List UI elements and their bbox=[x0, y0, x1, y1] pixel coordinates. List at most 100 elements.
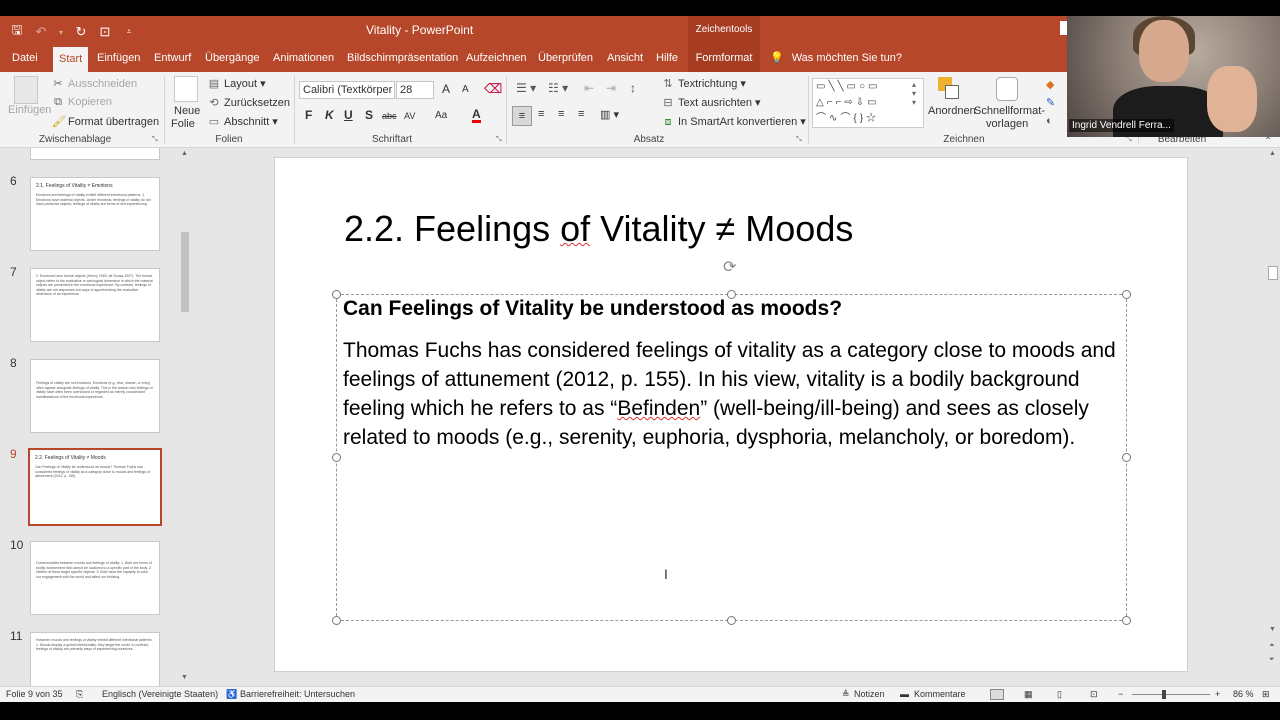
tab-bildschirmpraesentation[interactable]: Bildschirmpräsentation bbox=[341, 44, 464, 72]
scroll-thumb[interactable] bbox=[1268, 266, 1278, 280]
strikethrough-button[interactable]: abc bbox=[382, 111, 397, 121]
reading-view-icon[interactable]: ▯ bbox=[1057, 689, 1062, 700]
gallery-more-icon[interactable]: ▴ ▾ ▾ bbox=[912, 80, 916, 107]
resize-handle[interactable] bbox=[727, 616, 736, 625]
paste-icon[interactable] bbox=[14, 76, 38, 104]
shape-outline-icon[interactable]: ✎ bbox=[1046, 96, 1055, 109]
text-direction-button[interactable]: ⇅ Textrichtung ▾ bbox=[662, 77, 746, 90]
clipboard-launcher-icon[interactable]: ⤡ bbox=[152, 136, 158, 144]
layout-button[interactable]: ▤ Layout ▾ bbox=[208, 77, 266, 90]
accessibility-icon[interactable]: ♿ bbox=[226, 689, 237, 700]
zoom-slider-knob[interactable] bbox=[1162, 690, 1166, 699]
align-text-button[interactable]: ⊟ Text ausrichten ▾ bbox=[662, 96, 760, 109]
quick-styles-icon[interactable] bbox=[996, 77, 1018, 101]
change-case-button[interactable]: Aa bbox=[435, 110, 447, 121]
tab-hilfe[interactable]: Hilfe bbox=[650, 44, 684, 72]
notes-button[interactable]: Notizen bbox=[854, 689, 885, 699]
resize-handle[interactable] bbox=[332, 453, 341, 462]
align-left-icon[interactable]: ≡ bbox=[512, 106, 532, 126]
shape-fill-icon[interactable]: ◆ bbox=[1046, 78, 1054, 91]
scroll-down-icon[interactable]: ▼ bbox=[1269, 626, 1276, 633]
underline-button[interactable]: U bbox=[344, 108, 353, 122]
notes-icon[interactable]: ≜ bbox=[842, 689, 850, 700]
resize-handle[interactable] bbox=[1122, 616, 1131, 625]
slide-title[interactable]: 2.2. Feelings of Vitality ≠ Moods bbox=[344, 208, 853, 250]
numbering-icon[interactable]: ☷ ▾ bbox=[548, 81, 568, 95]
slide-thumbnail[interactable]: 2. Emotions have formal objects (Kenny 1… bbox=[30, 268, 160, 342]
fit-to-window-icon[interactable]: ⊞ bbox=[1262, 689, 1270, 700]
tab-ansicht[interactable]: Ansicht bbox=[601, 44, 649, 72]
save-icon[interactable]: 🖫 bbox=[10, 21, 24, 43]
new-slide-icon[interactable] bbox=[174, 76, 198, 102]
thumbnail-scrollbar[interactable]: ▲ ▼ bbox=[178, 148, 192, 686]
increase-indent-icon[interactable]: ⇥ bbox=[606, 81, 616, 95]
undo-dropdown-icon[interactable]: ▾ bbox=[58, 28, 64, 37]
font-family-select[interactable]: Calibri (Textkörper bbox=[299, 81, 395, 99]
scroll-up-icon[interactable]: ▲ bbox=[1269, 150, 1276, 157]
shadow-button[interactable]: S bbox=[365, 108, 373, 122]
grow-font-button[interactable]: A bbox=[442, 82, 450, 96]
align-right-icon[interactable]: ≡ bbox=[558, 108, 564, 120]
slide-sorter-icon[interactable]: ▦ bbox=[1024, 689, 1033, 700]
resize-handle[interactable] bbox=[1122, 453, 1131, 462]
resize-handle[interactable] bbox=[1122, 290, 1131, 299]
collapse-ribbon-icon[interactable]: ⌃ bbox=[1264, 136, 1272, 147]
slide-thumbnail-selected[interactable]: 2.2. Feelings of Vitality ≠ Moods Can Fe… bbox=[28, 448, 162, 526]
slide-scrollbar[interactable]: ▲ ▼ ⏶ ⏷ bbox=[1266, 148, 1280, 686]
new-slide-label-1[interactable]: Neue bbox=[174, 105, 200, 117]
zoom-slider[interactable] bbox=[1132, 694, 1210, 695]
slide-thumbnail[interactable] bbox=[30, 148, 160, 160]
accessibility-status[interactable]: Barrierefreiheit: Untersuchen bbox=[240, 689, 355, 699]
tab-formformat[interactable]: Formformat bbox=[688, 44, 760, 72]
next-slide-icon[interactable]: ⏷ bbox=[1269, 656, 1275, 664]
line-spacing-icon[interactable]: ↕ bbox=[630, 81, 636, 95]
slide-thumbnail[interactable]: Commonalities between moods and feelings… bbox=[30, 541, 160, 615]
slide-thumbnail[interactable]: Feelings of vitality are not emotions. E… bbox=[30, 359, 160, 433]
font-size-select[interactable]: 28 bbox=[396, 81, 434, 99]
scroll-down-icon[interactable]: ▼ bbox=[181, 674, 188, 681]
copy-button[interactable]: ⧉ Kopieren bbox=[52, 96, 112, 109]
tab-ueberpruefen[interactable]: Überprüfen bbox=[532, 44, 599, 72]
resize-handle[interactable] bbox=[332, 616, 341, 625]
italic-button[interactable]: K bbox=[325, 108, 334, 122]
section-button[interactable]: ▭ Abschnitt ▾ bbox=[208, 115, 278, 128]
comments-icon[interactable]: ▬ bbox=[900, 689, 909, 699]
present-icon[interactable]: ⊡ bbox=[98, 24, 112, 40]
decrease-indent-icon[interactable]: ⇤ bbox=[584, 81, 594, 95]
slide-thumbnail[interactable]: However, moods and feelings of vitality … bbox=[30, 632, 160, 686]
quick-styles-label-1[interactable]: Schnellformat- bbox=[974, 105, 1045, 117]
align-center-icon[interactable]: ≡ bbox=[538, 108, 544, 120]
quick-styles-label-2[interactable]: vorlagen bbox=[986, 118, 1028, 130]
tab-aufzeichnen[interactable]: Aufzeichnen bbox=[460, 44, 533, 72]
cut-button[interactable]: ✂ Ausschneiden bbox=[52, 77, 137, 90]
resize-handle[interactable] bbox=[332, 290, 341, 299]
normal-view-icon[interactable] bbox=[990, 689, 1004, 700]
drawing-launcher-icon[interactable]: ⤡ bbox=[1126, 136, 1132, 144]
columns-icon[interactable]: ▥ ▾ bbox=[600, 108, 619, 121]
format-painter-button[interactable]: 🖌 Format übertragen bbox=[52, 115, 159, 128]
tab-einfuegen[interactable]: Einfügen bbox=[91, 44, 146, 72]
font-launcher-icon[interactable]: ⤡ bbox=[496, 136, 502, 144]
undo-icon[interactable]: ↶ bbox=[34, 24, 48, 40]
slideshow-icon[interactable]: ⊡ bbox=[1090, 689, 1098, 700]
tab-animationen[interactable]: Animationen bbox=[267, 44, 340, 72]
arrange-label[interactable]: Anordnen bbox=[928, 105, 976, 117]
paragraph-launcher-icon[interactable]: ⤡ bbox=[796, 136, 802, 144]
bold-button[interactable]: F bbox=[305, 108, 312, 122]
scroll-up-icon[interactable]: ▲ bbox=[181, 150, 188, 157]
zoom-in-icon[interactable]: + bbox=[1215, 689, 1220, 699]
tell-me-box[interactable]: 💡 Was möchten Sie tun? bbox=[770, 44, 902, 72]
char-spacing-button[interactable]: AV bbox=[404, 111, 415, 121]
shrink-font-button[interactable]: A bbox=[462, 84, 469, 95]
bullets-icon[interactable]: ☰ ▾ bbox=[516, 81, 536, 95]
language-status[interactable]: Englisch (Vereinigte Staaten) bbox=[102, 689, 218, 699]
shape-effects-icon[interactable]: ◐ bbox=[1046, 115, 1053, 127]
spellcheck-icon[interactable]: ⎘ bbox=[76, 689, 83, 700]
tab-entwurf[interactable]: Entwurf bbox=[148, 44, 197, 72]
font-color-button[interactable]: A bbox=[472, 108, 481, 123]
justify-icon[interactable]: ≡ bbox=[578, 108, 584, 120]
new-slide-label-2[interactable]: Folie bbox=[171, 118, 195, 130]
comments-button[interactable]: Kommentare bbox=[914, 689, 966, 699]
redo-icon[interactable]: ↻ bbox=[74, 24, 88, 40]
smartart-button[interactable]: ⧈ In SmartArt konvertieren ▾ bbox=[662, 115, 806, 129]
